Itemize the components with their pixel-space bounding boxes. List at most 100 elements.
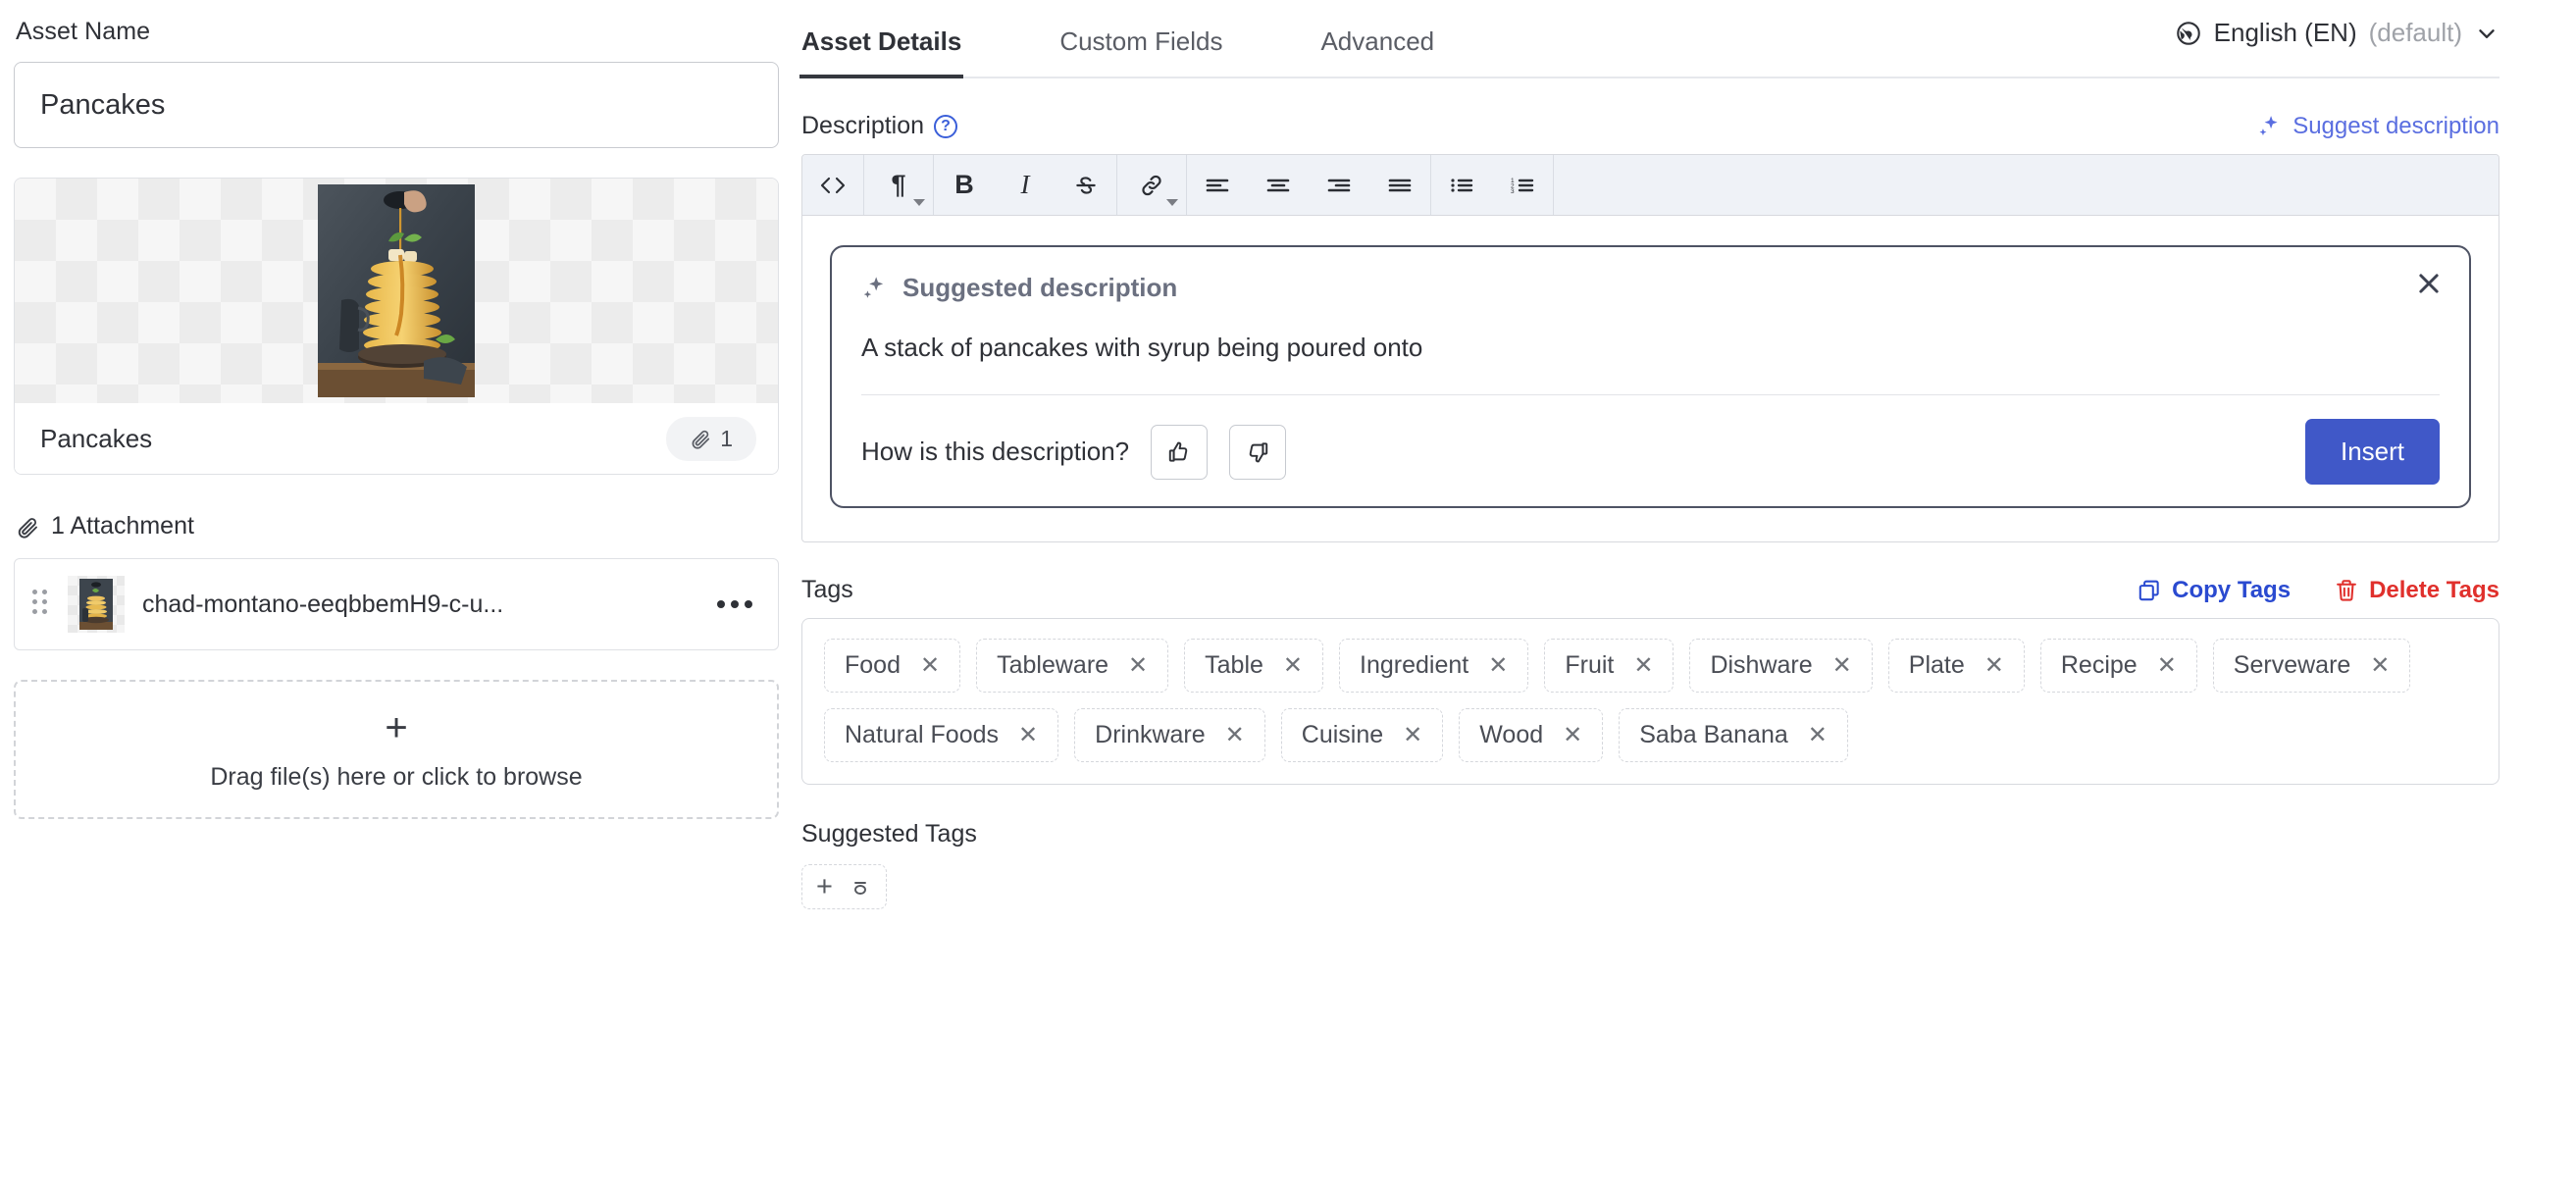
remove-tag-icon[interactable]: ✕ xyxy=(2370,653,2390,678)
code-view-icon[interactable] xyxy=(802,155,863,215)
tag-label: Saba Banana xyxy=(1639,721,1788,748)
strikethrough-icon[interactable] xyxy=(1056,155,1116,215)
tag-chip[interactable]: Drinkware ✕ xyxy=(1074,708,1265,762)
tag-label: Plate xyxy=(1908,651,1965,679)
copy-tags-button[interactable]: Copy Tags xyxy=(2137,577,2291,604)
italic-icon[interactable]: I xyxy=(995,155,1056,215)
more-horizontal-icon[interactable] xyxy=(713,591,756,618)
copy-icon xyxy=(2137,578,2162,603)
remove-tag-icon[interactable]: ✕ xyxy=(1225,723,1245,747)
tag-chip[interactable]: Fruit ✕ xyxy=(1544,639,1674,693)
asset-name-label: Asset Name xyxy=(16,18,151,45)
thumbs-down-button[interactable] xyxy=(1229,424,1287,480)
tag-chip[interactable]: Ingredient ✕ xyxy=(1339,639,1529,693)
loading-icon xyxy=(849,875,872,899)
drag-handle-icon[interactable] xyxy=(32,590,50,619)
list-item[interactable]: chad-montano-eeqbbemH9-c-u... xyxy=(15,559,778,649)
tags-label: Tags xyxy=(801,576,853,603)
plus-icon: + xyxy=(816,870,833,902)
file-dropzone[interactable]: + Drag file(s) here or click to browse xyxy=(14,680,779,819)
remove-tag-icon[interactable]: ✕ xyxy=(2157,653,2177,678)
link-icon[interactable] xyxy=(1117,155,1186,215)
tag-chip[interactable]: Natural Foods ✕ xyxy=(824,708,1059,762)
suggested-description-card: Suggested description A stack of pancake… xyxy=(830,245,2471,508)
remove-tag-icon[interactable]: ✕ xyxy=(1563,723,1582,747)
toolbar-group-inline: B I xyxy=(934,155,1117,215)
attachments-header: 1 Attachment xyxy=(16,512,780,540)
insert-button[interactable]: Insert xyxy=(2304,419,2440,485)
description-label-group: Description ? xyxy=(801,112,958,140)
tag-chip[interactable]: Dishware ✕ xyxy=(1689,639,1873,693)
tag-label: Wood xyxy=(1479,721,1544,748)
editor-content-area[interactable]: Suggested description A stack of pancake… xyxy=(802,216,2499,541)
sparkle-icon xyxy=(2257,114,2283,139)
chevron-down-icon[interactable] xyxy=(2474,21,2499,46)
paragraph-format-icon[interactable]: ¶ xyxy=(864,155,933,215)
align-justify-icon[interactable] xyxy=(1369,155,1430,215)
remove-tag-icon[interactable]: ✕ xyxy=(1403,723,1422,747)
tags-container[interactable]: Food ✕ Tableware ✕ Table ✕ Ingredient ✕ Fruit ✕ Di… xyxy=(801,618,2499,785)
bulleted-list-icon[interactable] xyxy=(1431,155,1492,215)
tags-section-header: Tags Copy Tags Delete Tags xyxy=(801,576,2499,604)
align-right-icon[interactable] xyxy=(1309,155,1369,215)
tab-advanced[interactable]: Advanced xyxy=(1320,26,1434,77)
tag-label: Recipe xyxy=(2060,651,2138,679)
tag-chip[interactable]: Table ✕ xyxy=(1184,639,1324,693)
tags-actions: Copy Tags Delete Tags xyxy=(2137,577,2499,604)
asset-name-input[interactable] xyxy=(14,62,779,148)
align-center-icon[interactable] xyxy=(1248,155,1309,215)
editor-toolbar: ¶ B I 1 2 3 xyxy=(802,155,2499,216)
remove-tag-icon[interactable]: ✕ xyxy=(1018,723,1038,747)
bold-icon[interactable]: B xyxy=(934,155,995,215)
thumbs-up-icon xyxy=(1166,439,1192,465)
plus-icon: + xyxy=(385,705,408,749)
tag-chip[interactable]: Saba Banana ✕ xyxy=(1619,708,1848,762)
remove-tag-icon[interactable]: ✕ xyxy=(1808,723,1828,747)
align-left-icon[interactable] xyxy=(1187,155,1248,215)
tab-custom-fields[interactable]: Custom Fields xyxy=(1059,26,1222,77)
tab-asset-details[interactable]: Asset Details xyxy=(799,26,964,78)
preview-attachment-badge: 1 xyxy=(666,416,756,461)
remove-tag-icon[interactable]: ✕ xyxy=(1488,653,1508,678)
toolbar-group-align xyxy=(1187,155,1431,215)
remove-tag-icon[interactable]: ✕ xyxy=(1633,653,1653,678)
chevron-down-icon[interactable] xyxy=(913,199,925,206)
thumbs-up-button[interactable] xyxy=(1151,424,1209,480)
help-circle-icon[interactable]: ? xyxy=(934,114,958,138)
attachment-thumbnail xyxy=(68,576,125,633)
asset-detail-page: Asset Name Pancakes Pancakes 1 1 Attachm… xyxy=(0,0,2576,1183)
tag-chip[interactable]: Plate ✕ xyxy=(1887,639,2025,693)
tag-chip[interactable]: Wood ✕ xyxy=(1459,708,1604,762)
preview-title: Pancakes xyxy=(40,423,153,453)
feedback-group: How is this description? xyxy=(861,424,1287,480)
preview-checkerboard xyxy=(15,179,778,403)
numbered-list-icon[interactable]: 1 2 3 xyxy=(1492,155,1553,215)
close-icon[interactable] xyxy=(2412,267,2446,300)
tag-label: Food xyxy=(845,651,901,679)
remove-tag-icon[interactable]: ✕ xyxy=(1283,653,1303,678)
feedback-question: How is this description? xyxy=(861,437,1130,466)
remove-tag-icon[interactable]: ✕ xyxy=(1128,653,1148,678)
tag-chip[interactable]: Cuisine ✕ xyxy=(1280,708,1444,762)
remove-tag-icon[interactable]: ✕ xyxy=(920,653,940,678)
right-panel: Asset Details Custom Fields Advanced Eng… xyxy=(780,0,2576,1183)
tag-chip[interactable]: Recipe ✕ xyxy=(2039,639,2197,693)
tag-chip[interactable]: Tableware ✕ xyxy=(976,639,1169,693)
attachments-header-label: 1 Attachment xyxy=(51,512,194,540)
asset-preview-card[interactable]: Pancakes 1 xyxy=(14,178,779,475)
tag-label: Tableware xyxy=(997,651,1109,679)
suggest-description-button[interactable]: Suggest description xyxy=(2257,113,2499,140)
language-selector[interactable]: English (EN) (default) xyxy=(2175,18,2499,48)
description-editor: ¶ B I 1 2 3 Suggested description A stac… xyxy=(801,154,2499,542)
add-suggested-tag-button[interactable]: + xyxy=(801,864,887,909)
remove-tag-icon[interactable]: ✕ xyxy=(1984,653,2004,678)
tag-label: Fruit xyxy=(1565,651,1615,679)
tag-chip[interactable]: Serveware ✕ xyxy=(2212,639,2411,693)
suggested-tags-label: Suggested Tags xyxy=(801,820,977,848)
remove-tag-icon[interactable]: ✕ xyxy=(1832,653,1852,678)
tag-chip[interactable]: Food ✕ xyxy=(824,639,961,693)
chevron-down-icon[interactable] xyxy=(1166,199,1178,206)
language-name: English (EN) xyxy=(2213,18,2357,47)
toolbar-group-paragraph: ¶ xyxy=(864,155,934,215)
delete-tags-button[interactable]: Delete Tags xyxy=(2334,577,2499,604)
